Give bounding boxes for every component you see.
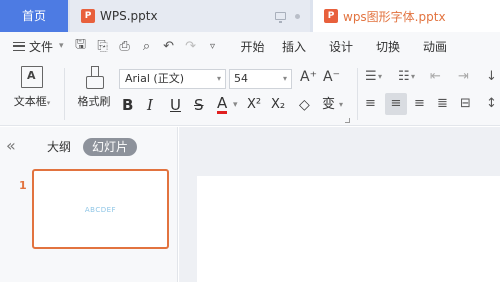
hamburger-icon <box>13 41 25 51</box>
tab-insert[interactable]: 插入 <box>271 38 318 55</box>
line-spacing-icon[interactable]: ↕ <box>486 93 497 115</box>
tab-extra <box>275 12 300 23</box>
tab-transition[interactable]: 切换 <box>365 38 412 55</box>
textbox-icon <box>21 66 43 88</box>
monitor-icon[interactable] <box>275 12 286 23</box>
file-menu[interactable]: 文件 ▾ <box>13 38 64 55</box>
divider <box>357 68 358 120</box>
subscript-button[interactable]: X₂ <box>271 94 285 116</box>
bullets-icon[interactable]: ☰ <box>365 66 377 88</box>
tab-title: wps图形字体.pptx <box>343 9 446 24</box>
collapse-panel-icon[interactable]: « <box>6 136 16 155</box>
font-size-value: 54 <box>234 72 248 85</box>
justify-icon[interactable]: ≣ <box>437 93 448 115</box>
align-center-icon[interactable]: ≡ <box>385 93 407 115</box>
tab-animation[interactable]: 动画 <box>412 38 459 55</box>
ribbon-toolbar: 文本框▾ 格式刷 Arial (正文) ▾ 54 ▾ A⁺ A⁻ B I U S… <box>0 60 500 126</box>
chevron-down-icon[interactable]: ▾ <box>411 66 415 88</box>
home-tab[interactable]: 首页 <box>0 0 68 32</box>
tab-title: WPS.pptx <box>100 9 158 23</box>
font-dialog-launcher[interactable] <box>345 118 350 123</box>
distribute-icon[interactable]: ⊟ <box>460 93 471 115</box>
tab-outline[interactable]: 大纲 <box>47 138 71 156</box>
tab-start[interactable]: 开始 <box>235 38 271 55</box>
chevron-down-icon: ▾ <box>59 41 64 51</box>
format-painter-icon <box>83 66 105 89</box>
slide-canvas[interactable] <box>197 176 500 282</box>
quick-access-toolbar: 🖫 ⎘ ⎙ ⌕ ↶ ↷ ▿ <box>73 35 221 57</box>
undo-icon[interactable]: ↶ <box>161 39 177 54</box>
align-right-icon[interactable]: ≡ <box>414 93 425 115</box>
strikethrough-button[interactable]: S <box>194 94 204 116</box>
slide-number: 1 <box>19 179 27 192</box>
chevron-down-icon[interactable]: ▾ <box>233 94 238 116</box>
ribbon-tabs: 开始 插入 设计 切换 动画 <box>235 38 459 55</box>
numbering-icon[interactable]: ☷ <box>398 66 410 88</box>
phonetic-guide-button[interactable]: 变 <box>322 94 335 116</box>
font-size-select[interactable]: 54 ▾ <box>229 69 292 89</box>
font-name-select[interactable]: Arial (正文) ▾ <box>119 69 226 89</box>
font-name-value: Arial (正文) <box>125 72 184 85</box>
tab-wps-pptx[interactable]: P WPS.pptx <box>70 0 310 32</box>
chevron-down-icon[interactable]: ▾ <box>339 94 343 116</box>
customize-icon[interactable]: ▿ <box>205 41 221 52</box>
divider <box>64 68 65 120</box>
format-painter-button[interactable]: 格式刷 <box>70 66 118 109</box>
increase-font-size-button[interactable]: A⁺ <box>300 69 317 85</box>
ppt-file-icon: P <box>324 9 338 23</box>
menu-bar: 文件 ▾ 🖫 ⎘ ⎙ ⌕ ↶ ↷ ▿ 开始 插入 设计 切换 动画 <box>0 32 500 60</box>
tab-slides[interactable]: 幻灯片 <box>83 138 138 156</box>
tab-wps-font-pptx[interactable]: P wps图形字体.pptx <box>313 0 500 32</box>
increase-indent-icon[interactable]: ⇥ <box>458 66 469 88</box>
redo-icon[interactable]: ↷ <box>183 39 199 54</box>
sort-icon[interactable]: ↓ <box>486 66 497 88</box>
decrease-indent-icon[interactable]: ⇤ <box>430 66 441 88</box>
thumbnail-text: ABCDEF <box>84 206 117 214</box>
bold-button[interactable]: B <box>122 94 133 116</box>
italic-button[interactable]: I <box>147 94 153 116</box>
ppt-file-icon: P <box>81 9 95 23</box>
eraser-icon[interactable]: ◇ <box>299 94 310 116</box>
chevron-down-icon: ▾ <box>282 74 287 83</box>
wps-presentation-window: 首页 P WPS.pptx P wps图形字体.pptx 文件 ▾ 🖫 ⎘ ⎙ … <box>0 0 500 282</box>
textbox-label: 文本框 <box>13 95 47 108</box>
chevron-down-icon[interactable]: ▾ <box>378 66 382 88</box>
export-pdf-icon[interactable]: ⎘ <box>95 39 111 54</box>
print-icon[interactable]: ⎙ <box>117 39 133 54</box>
document-tab-bar: 首页 P WPS.pptx P wps图形字体.pptx <box>0 0 500 32</box>
file-menu-label: 文件 <box>29 39 54 54</box>
slide-thumbnail[interactable]: ABCDEF <box>32 169 169 249</box>
tab-design[interactable]: 设计 <box>318 38 365 55</box>
decrease-font-size-button[interactable]: A⁻ <box>323 69 340 85</box>
font-color-button[interactable]: A <box>217 94 228 114</box>
save-icon[interactable]: 🖫 <box>73 35 89 57</box>
chevron-down-icon: ▾ <box>216 74 221 83</box>
underline-button[interactable]: U <box>170 94 181 116</box>
textbox-button[interactable]: 文本框▾ <box>8 66 56 109</box>
format-painter-label: 格式刷 <box>77 95 111 108</box>
align-left-icon[interactable]: ≡ <box>365 93 376 115</box>
superscript-button[interactable]: X² <box>247 94 261 116</box>
unsaved-dot-icon <box>295 13 300 19</box>
print-preview-icon[interactable]: ⌕ <box>139 39 155 54</box>
